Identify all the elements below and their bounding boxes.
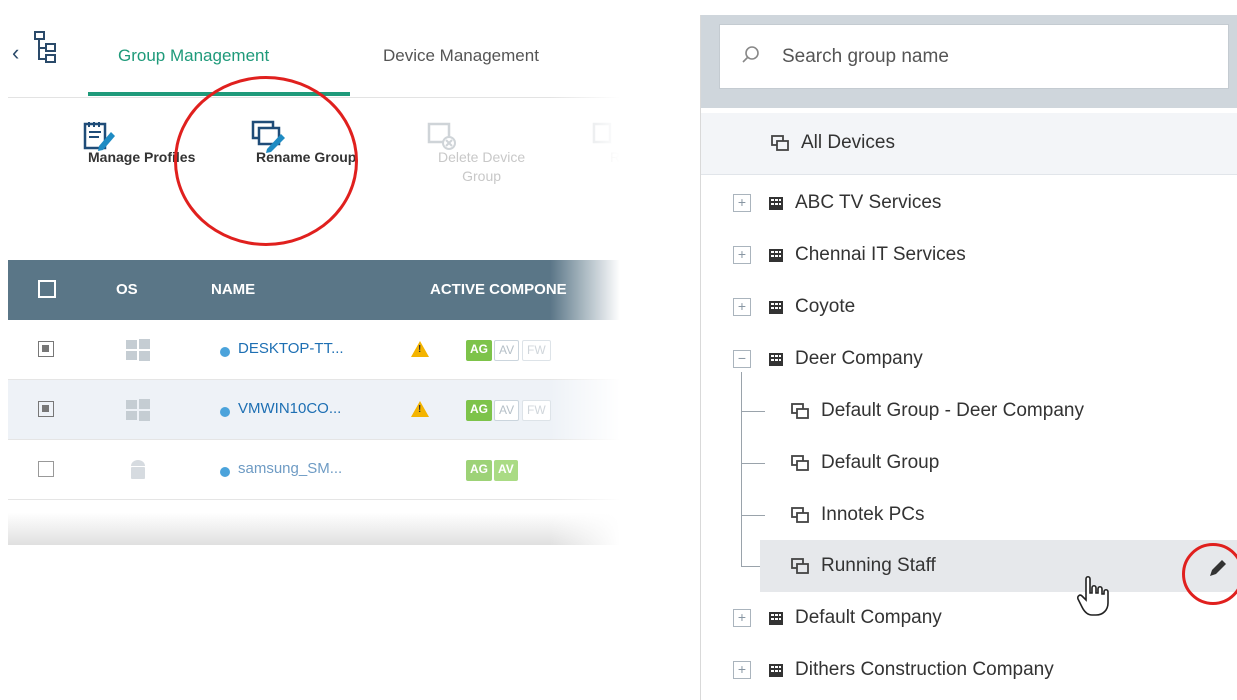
manage-profiles-button[interactable]: Manage Profiles xyxy=(26,108,195,165)
highlight-circle xyxy=(1182,543,1237,605)
company-icon xyxy=(769,249,783,262)
av-badge: AV xyxy=(494,460,518,481)
all-devices-label: All Devices xyxy=(801,132,895,153)
av-badge: AV xyxy=(494,400,520,421)
company-icon xyxy=(769,612,783,625)
ag-badge: AG xyxy=(466,460,492,481)
collapse-icon[interactable]: − xyxy=(733,350,751,368)
device-grid-header: OS NAME ACTIVE COMPONE xyxy=(8,260,620,320)
expand-icon[interactable]: + xyxy=(733,298,751,316)
expand-icon[interactable]: + xyxy=(733,661,751,679)
company-icon xyxy=(769,197,783,210)
search-icon xyxy=(742,46,759,63)
remove-label-line1: Remo xyxy=(610,149,620,165)
delete-label-line1: Delete Device xyxy=(438,149,526,165)
company-icon xyxy=(769,353,783,366)
tree-node-label: Running Staff xyxy=(821,555,936,576)
windows-icon xyxy=(126,339,150,361)
expand-icon[interactable]: + xyxy=(733,246,751,264)
search-area xyxy=(701,15,1237,108)
online-status-dot xyxy=(220,467,230,477)
tree-connector xyxy=(741,372,742,567)
fw-badge: FW xyxy=(522,340,551,361)
device-name-link[interactable]: VMWIN10CO... xyxy=(238,400,341,417)
online-status-dot xyxy=(220,347,230,357)
group-icon xyxy=(791,558,809,574)
search-box xyxy=(719,24,1229,89)
table-row[interactable]: samsung_SM... AG AV xyxy=(8,440,620,500)
tree-node-label: Innotek PCs xyxy=(821,504,925,525)
tab-group-management[interactable]: Group Management xyxy=(118,46,269,66)
expand-icon[interactable]: + xyxy=(733,609,751,627)
tab-bar: ‹ Group Management Device Management xyxy=(8,10,620,98)
table-row[interactable]: DESKTOP-TT... AG AV FW xyxy=(8,320,620,380)
tree-node-label: Default Company xyxy=(795,607,942,628)
delete-device-group-button[interactable]: Delete Device Group xyxy=(376,108,525,184)
row-checkbox[interactable] xyxy=(38,401,54,417)
ag-badge: AG xyxy=(466,400,492,421)
warning-icon xyxy=(411,341,429,357)
device-name-link[interactable]: DESKTOP-TT... xyxy=(238,340,344,357)
row-checkbox[interactable] xyxy=(38,341,54,357)
all-devices-node[interactable]: All Devices xyxy=(701,113,1237,175)
company-icon xyxy=(769,301,783,314)
tree-connector xyxy=(741,515,765,516)
tree-node-label: Chennai IT Services xyxy=(795,244,966,265)
company-icon xyxy=(769,664,783,677)
tree-connector xyxy=(741,411,765,412)
tree-node-label: Deer Company xyxy=(795,348,923,369)
group-icon xyxy=(791,403,809,419)
tab-device-management[interactable]: Device Management xyxy=(383,46,539,66)
search-group-input[interactable] xyxy=(782,25,1202,88)
android-icon xyxy=(131,460,145,479)
row-checkbox[interactable] xyxy=(38,461,54,477)
expand-icon[interactable]: + xyxy=(733,194,751,212)
online-status-dot xyxy=(220,407,230,417)
active-components-column-header[interactable]: ACTIVE COMPONE xyxy=(430,281,567,298)
group-icon xyxy=(771,135,789,151)
tree-node-label: Default Group - Deer Company xyxy=(821,400,1084,421)
hand-pointer-icon xyxy=(1077,575,1109,616)
back-chevron-icon[interactable]: ‹ xyxy=(12,40,19,66)
device-name-link[interactable]: samsung_SM... xyxy=(238,460,342,477)
group-icon xyxy=(791,507,809,523)
ag-badge: AG xyxy=(466,340,492,361)
group-tree-icon[interactable] xyxy=(32,30,58,66)
tree-node-label: ABC TV Services xyxy=(795,192,942,213)
group-icon xyxy=(791,455,809,471)
select-all-checkbox[interactable] xyxy=(38,280,56,298)
warning-icon xyxy=(411,401,429,417)
os-column-header[interactable]: OS xyxy=(116,281,138,298)
fw-badge: FW xyxy=(522,400,551,421)
remove-group-button[interactable]: Remo Gr xyxy=(548,108,620,165)
highlight-circle xyxy=(174,76,358,246)
delete-label-line2: Group xyxy=(462,168,502,184)
tree-node-label: Dithers Construction Company xyxy=(795,659,1054,680)
windows-icon xyxy=(126,399,150,421)
tree-connector xyxy=(741,463,765,464)
name-column-header[interactable]: NAME xyxy=(211,281,255,298)
av-badge: AV xyxy=(494,340,520,361)
tree-node-label: Default Group xyxy=(821,452,940,473)
tree-node-label: Coyote xyxy=(795,296,856,317)
table-row[interactable]: VMWIN10CO... AG AV FW xyxy=(8,380,620,440)
